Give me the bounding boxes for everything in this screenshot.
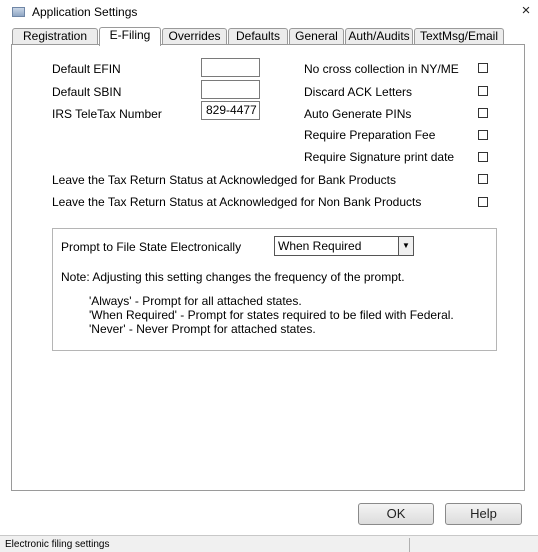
checkbox-leave-status-bank[interactable] bbox=[478, 174, 488, 184]
checkbox-require-prep-fee[interactable] bbox=[478, 130, 488, 140]
tab-defaults[interactable]: Defaults bbox=[228, 28, 288, 44]
efin-field[interactable] bbox=[201, 58, 260, 77]
tab-e-filing[interactable]: E-Filing bbox=[99, 27, 161, 46]
sbin-label: Default SBIN bbox=[52, 85, 122, 99]
checkbox-auto-generate-pins[interactable] bbox=[478, 108, 488, 118]
state-prompt-desc-never: 'Never' - Never Prompt for attached stat… bbox=[89, 322, 316, 336]
state-prompt-desc-always: 'Always' - Prompt for all attached state… bbox=[89, 294, 302, 308]
checkbox-no-cross-collection[interactable] bbox=[478, 63, 488, 73]
option-label-auto-generate-pins: Auto Generate PINs bbox=[304, 107, 412, 121]
state-prompt-selected: When Required bbox=[278, 239, 362, 253]
tab-registration[interactable]: Registration bbox=[12, 28, 98, 44]
option-label-require-prep-fee: Require Preparation Fee bbox=[304, 128, 436, 142]
chevron-down-icon[interactable]: ▼ bbox=[398, 237, 413, 255]
tab-overrides[interactable]: Overrides bbox=[162, 28, 227, 44]
state-prompt-desc-when-required: 'When Required' - Prompt for states requ… bbox=[89, 308, 454, 322]
tab-auth-audits[interactable]: Auth/Audits bbox=[345, 28, 413, 44]
leave-status-bank-label: Leave the Tax Return Status at Acknowled… bbox=[52, 173, 396, 187]
tab-textmsg-email[interactable]: TextMsg/Email bbox=[414, 28, 504, 44]
state-prompt-dropdown[interactable]: When Required ▼ bbox=[274, 236, 414, 256]
status-text: Electronic filing settings bbox=[5, 539, 110, 550]
close-icon[interactable]: × bbox=[517, 2, 535, 20]
leave-status-non-bank-label: Leave the Tax Return Status at Acknowled… bbox=[52, 195, 422, 209]
checkbox-require-signature-date[interactable] bbox=[478, 152, 488, 162]
checkbox-discard-ack[interactable] bbox=[478, 86, 488, 96]
option-label-require-signature-date: Require Signature print date bbox=[304, 150, 455, 164]
efin-label: Default EFIN bbox=[52, 62, 121, 76]
status-bar: Electronic filing settings bbox=[0, 535, 538, 552]
title-bar: Application Settings × bbox=[0, 0, 538, 24]
status-divider bbox=[409, 538, 410, 552]
checkbox-leave-status-non-bank[interactable] bbox=[478, 197, 488, 207]
teletax-label: IRS TeleTax Number bbox=[52, 107, 162, 121]
app-window-icon bbox=[12, 7, 25, 17]
help-button[interactable]: Help bbox=[445, 503, 522, 525]
state-prompt-label: Prompt to File State Electronically bbox=[61, 240, 242, 254]
sbin-field[interactable] bbox=[201, 80, 260, 99]
option-label-no-cross-collection: No cross collection in NY/ME bbox=[304, 62, 459, 76]
tab-general[interactable]: General bbox=[289, 28, 344, 44]
window-title: Application Settings bbox=[32, 5, 138, 19]
ok-button[interactable]: OK bbox=[358, 503, 434, 525]
option-label-discard-ack: Discard ACK Letters bbox=[304, 85, 413, 99]
teletax-field[interactable]: 829-4477 bbox=[201, 101, 260, 120]
state-prompt-note: Note: Adjusting this setting changes the… bbox=[61, 270, 405, 284]
